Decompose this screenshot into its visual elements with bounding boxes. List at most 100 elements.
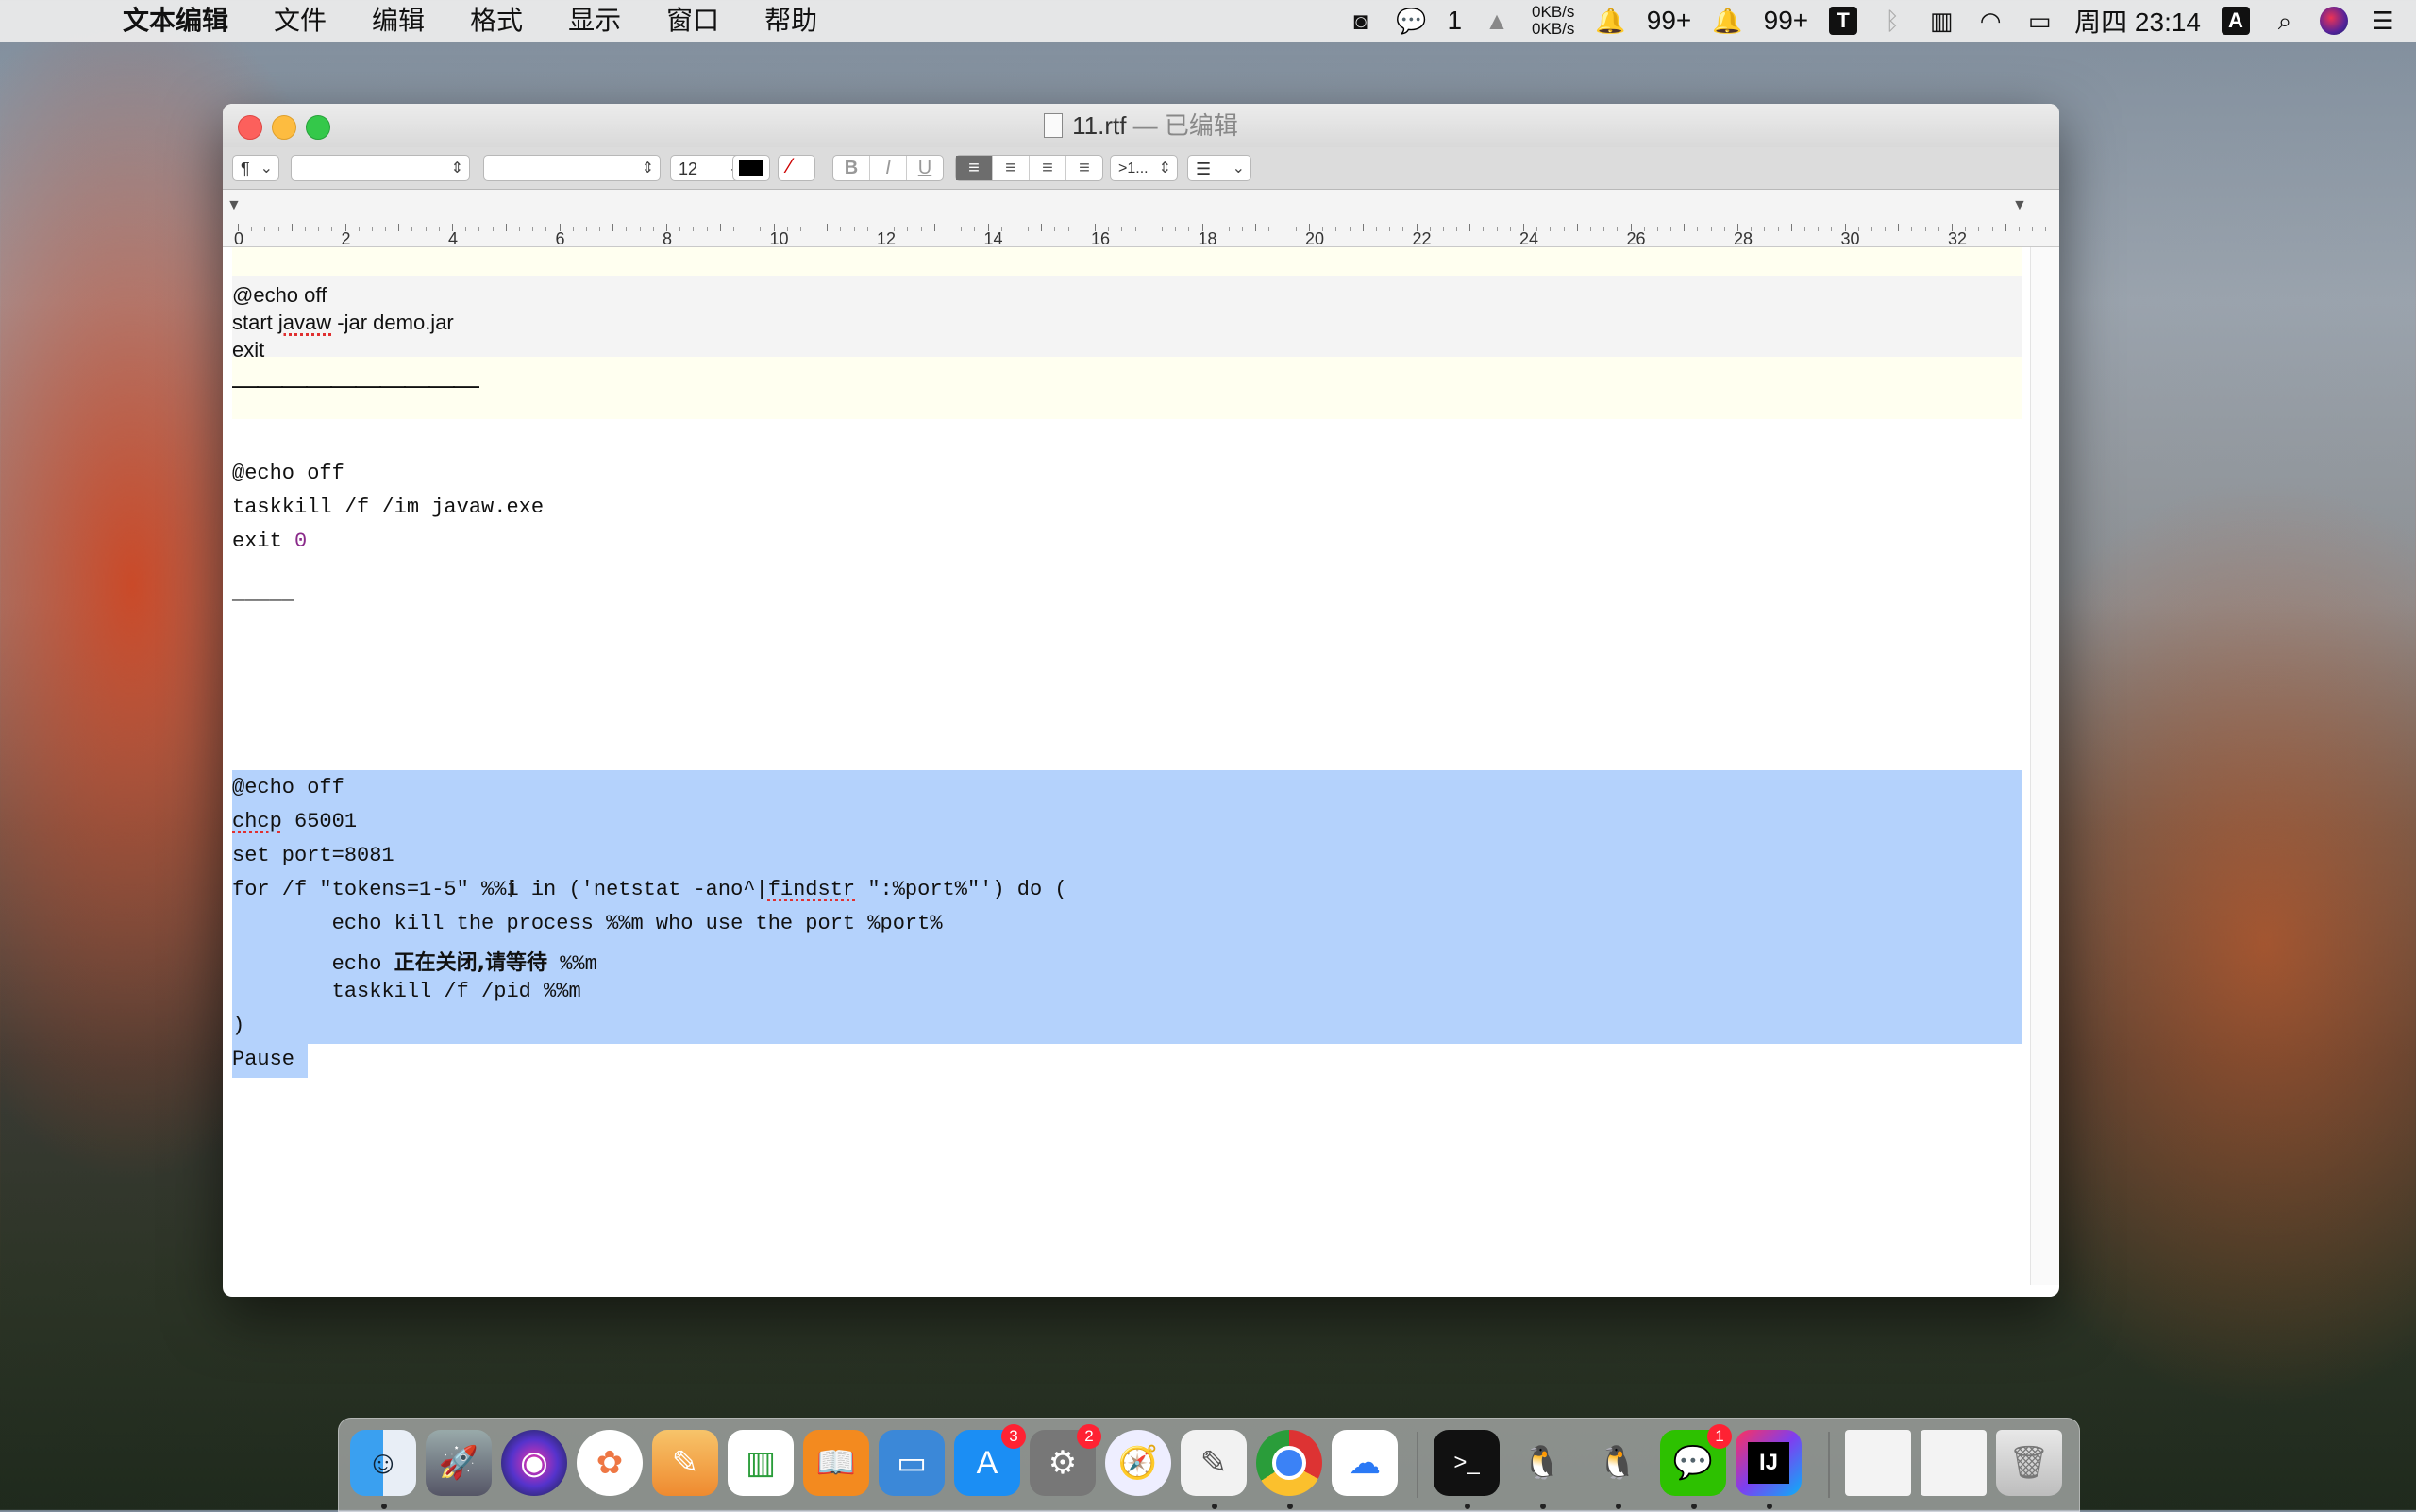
underline-button[interactable]: U	[907, 156, 943, 180]
launchpad-icon[interactable]: 🚀	[426, 1430, 492, 1496]
left-indent-marker[interactable]: ▼	[226, 197, 242, 214]
ruler-tick	[425, 227, 427, 231]
notification-center-icon[interactable]: ☰	[2369, 7, 2397, 35]
input-method-icon[interactable]: A	[2222, 7, 2250, 35]
ruler-tick	[2005, 224, 2006, 231]
photos-icon[interactable]: ✿	[577, 1430, 643, 1496]
document-icon[interactable]	[1044, 113, 1064, 138]
text-line: )	[232, 1014, 245, 1037]
system-preferences-icon[interactable]: ⚙ 2	[1030, 1424, 1101, 1496]
ruler-tick	[933, 224, 935, 231]
bluetooth-icon[interactable]: ᛒ	[1878, 7, 1906, 35]
books-icon[interactable]: 📖	[803, 1430, 869, 1496]
clock[interactable]: 周四 23:14	[2074, 2, 2201, 40]
qq-icon-2[interactable]: 🐧	[1585, 1430, 1651, 1509]
menu-window[interactable]: 窗口	[644, 0, 742, 42]
menu-help[interactable]: 帮助	[742, 0, 840, 42]
wifi-icon[interactable]: ◠	[1976, 7, 2005, 35]
dock: ☺ 🚀 ◉ ✿ ✎ ▥ 📖 ▭ A3 ⚙ 2 🧭 ✎ ☁ >_ 🐧 🐧 💬 1 IJ…	[338, 1418, 2080, 1512]
text-area[interactable]: @echo off start javaw -jar demo.jar exit…	[223, 247, 2031, 1285]
siri-icon[interactable]: ◉	[501, 1430, 567, 1496]
align-center-button[interactable]: ≡	[993, 156, 1030, 180]
net-up: 0KB/s	[1532, 3, 1575, 21]
vertical-scrollbar[interactable]	[2030, 247, 2059, 1285]
recent-window-2[interactable]	[1921, 1430, 1987, 1496]
intellij-icon[interactable]: IJ	[1736, 1430, 1802, 1509]
battery-icon[interactable]: ▭	[2025, 7, 2054, 35]
ruler-tick	[866, 227, 868, 231]
ruler-tick	[1684, 224, 1686, 231]
terminal-icon[interactable]: >_	[1434, 1430, 1500, 1509]
finder-icon[interactable]: ☺	[350, 1430, 416, 1509]
ruler-label: 28	[1734, 229, 1753, 248]
wechat-icon[interactable]: 💬 1	[1660, 1424, 1732, 1509]
siri-icon[interactable]	[2320, 7, 2348, 35]
keynote-icon[interactable]: ▭	[879, 1430, 945, 1496]
bold-button[interactable]: B	[833, 156, 870, 180]
typora-icon[interactable]: T	[1829, 7, 1858, 35]
recent-window-1[interactable]	[1845, 1430, 1911, 1496]
ruler-label: 22	[1412, 229, 1432, 248]
ruler-tick	[1349, 227, 1351, 231]
menu-file[interactable]: 文件	[251, 0, 349, 42]
chevron-down-icon: ⌄	[1232, 160, 1245, 176]
menu-format[interactable]: 格式	[447, 0, 545, 42]
line-spacing-popup[interactable]: >1... ⇕	[1110, 155, 1178, 181]
paragraph-styles-popup[interactable]: ¶ ⌄	[232, 155, 279, 181]
ruler-tick	[2032, 227, 2034, 231]
title-bar[interactable]: 11.rtf — 已编辑	[223, 104, 2059, 147]
appstore-badge: 3	[1001, 1424, 1026, 1449]
ruler-tick	[1469, 224, 1471, 231]
ruler-tick	[304, 227, 306, 231]
align-left-button[interactable]: ≡	[956, 156, 993, 180]
list-bullets-popup[interactable]: ☰ ⌄	[1187, 155, 1251, 181]
text-color-well[interactable]	[732, 155, 770, 181]
ruler-tick	[452, 224, 453, 231]
appstore-icon[interactable]: A3	[954, 1424, 1026, 1496]
italic-button[interactable]: I	[870, 156, 907, 180]
ruler-tick	[626, 227, 628, 231]
menu-view[interactable]: 显示	[545, 0, 644, 42]
font-family-popup[interactable]: ⇕	[291, 155, 470, 181]
apple-menu-icon[interactable]	[38, 4, 72, 38]
chrome-icon[interactable]	[1256, 1430, 1322, 1509]
ruler-tick	[1456, 227, 1458, 231]
line-spacing-value: >1...	[1118, 160, 1149, 176]
ruler-tick	[1322, 227, 1324, 231]
ruler-tick	[1952, 224, 1953, 231]
cat-icon[interactable]: ▲	[1483, 7, 1511, 35]
screen-record-icon[interactable]: ◙	[1347, 7, 1375, 35]
align-right-button[interactable]: ≡	[1030, 156, 1066, 180]
font-typeface-popup[interactable]: ⇕	[483, 155, 661, 181]
pages-icon[interactable]: ✎	[652, 1430, 718, 1496]
text-span: ":%port%"') do (	[855, 878, 1067, 901]
ruler-tick	[1268, 227, 1270, 231]
memory-icon[interactable]: ▥	[1927, 7, 1955, 35]
misspelled-word: chcp	[232, 810, 282, 833]
qq-status-icon[interactable]: 🔔	[1595, 7, 1625, 35]
spotlight-search-icon[interactable]: ⌕	[2271, 7, 2299, 35]
net-speed[interactable]: 0KB/s 0KB/s	[1532, 4, 1574, 38]
numbers-icon[interactable]: ▥	[728, 1430, 794, 1496]
text-span: @echo off	[232, 283, 327, 307]
paragraph-bg	[232, 276, 2022, 357]
ruler-tick	[1630, 224, 1632, 231]
baidu-netdisk-icon[interactable]: ☁	[1332, 1430, 1398, 1496]
ruler[interactable]: ▼ ▼ 0 2 4 6 8 10 12 14 16 18 20 22 24 26 28 30 32	[223, 190, 2059, 248]
menu-app-name[interactable]: 文本编辑	[100, 0, 251, 42]
wechat-status-count: 1	[1447, 6, 1463, 35]
safari-icon[interactable]: 🧭	[1105, 1430, 1171, 1496]
background-color-well[interactable]: ⁄	[778, 154, 815, 181]
qq-icon[interactable]: 🐧	[1509, 1430, 1575, 1509]
right-indent-marker[interactable]: ▼	[2012, 197, 2027, 214]
trash-icon[interactable]: 🗑	[1996, 1430, 2062, 1496]
justify-button[interactable]: ≡	[1066, 156, 1102, 180]
qq-status-icon-2[interactable]: 🔔	[1712, 7, 1742, 35]
preferences-badge: 2	[1077, 1424, 1101, 1449]
textedit-icon[interactable]: ✎	[1181, 1430, 1247, 1509]
wechat-status-icon[interactable]: 💬	[1396, 7, 1426, 35]
ruler-label: 24	[1519, 229, 1539, 248]
ruler-tick	[719, 224, 721, 231]
menu-edit[interactable]: 编辑	[349, 0, 447, 42]
ruler-tick	[1108, 227, 1110, 231]
